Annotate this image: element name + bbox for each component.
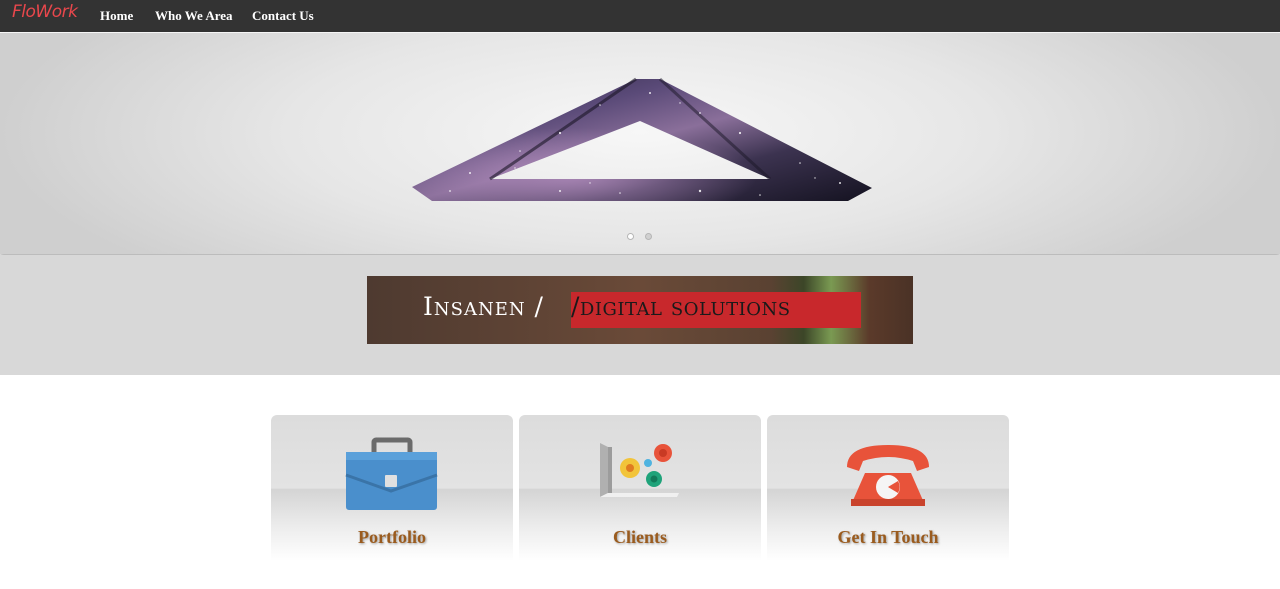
hero-carousel <box>0 33 1280 254</box>
banner-section: Insanen / /digital solutions <box>0 255 1280 375</box>
nav-link-who-we-are[interactable]: Who We Area <box>155 8 233 24</box>
nav-link-contact-us[interactable]: Contact Us <box>252 8 314 24</box>
briefcase-icon <box>345 437 438 510</box>
get-in-touch-label: Get In Touch <box>837 527 939 547</box>
portfolio-card[interactable]: Portfolio <box>271 415 513 561</box>
nav-link-home[interactable]: Home <box>100 8 133 24</box>
telephone-icon <box>847 445 929 506</box>
banner-subtitle: /digital solutions <box>571 292 791 321</box>
clients-label: Clients <box>613 527 667 547</box>
galaxy-triangle-image <box>412 77 872 201</box>
insanen-banner-image: Insanen / /digital solutions <box>367 276 913 344</box>
banner-title: Insanen / <box>423 292 544 321</box>
top-navbar: FloWork Home Who We Area Contact Us <box>0 0 1280 32</box>
brand-logo[interactable]: FloWork <box>12 2 78 22</box>
clients-card[interactable]: Clients <box>519 415 761 561</box>
carousel-dot-1[interactable] <box>627 233 634 240</box>
clients-graph-icon <box>600 443 679 497</box>
carousel-dot-2[interactable] <box>645 233 652 240</box>
portfolio-label: Portfolio <box>358 527 426 547</box>
get-in-touch-card[interactable]: Get In Touch <box>767 415 1009 561</box>
